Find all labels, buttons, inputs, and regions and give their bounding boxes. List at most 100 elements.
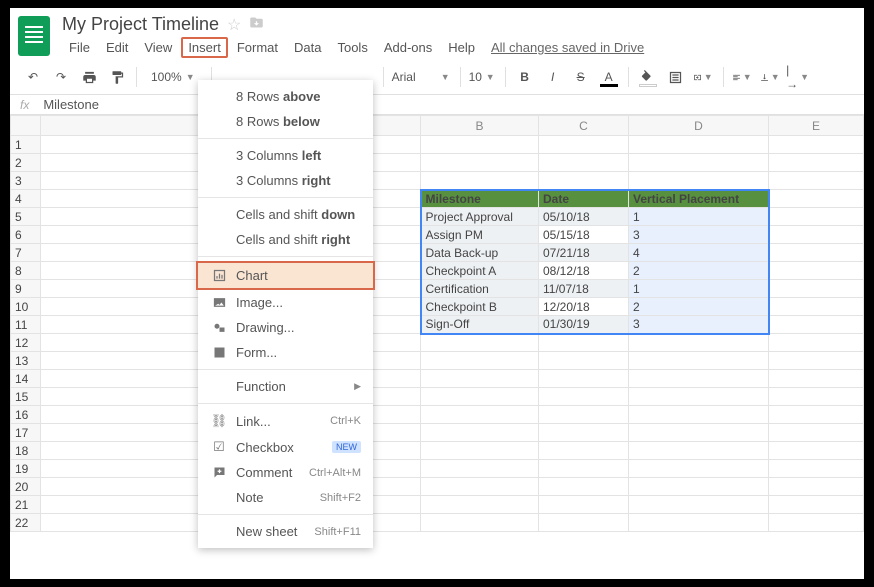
cell[interactable] (539, 460, 629, 478)
cell[interactable]: Date (539, 190, 629, 208)
cell[interactable] (539, 496, 629, 514)
menu-insert[interactable]: Insert (181, 37, 228, 58)
cell[interactable] (769, 334, 864, 352)
cell[interactable]: 05/10/18 (539, 208, 629, 226)
row-1[interactable]: 1 (11, 136, 864, 154)
insert-note[interactable]: NoteShift+F2 (198, 485, 373, 510)
wrap-icon[interactable]: |→▼ (788, 66, 810, 88)
row-5[interactable]: 5Project Approval05/10/181 (11, 208, 864, 226)
cell[interactable] (769, 298, 864, 316)
cell[interactable] (539, 514, 629, 532)
spreadsheet-grid[interactable]: A B C D E 1234MilestoneDateVertical Plac… (10, 115, 864, 532)
cell[interactable]: 2 (629, 298, 769, 316)
cell[interactable] (421, 442, 539, 460)
insert-link[interactable]: ⛓Link...Ctrl+K (198, 408, 373, 434)
cell[interactable] (539, 154, 629, 172)
row-16[interactable]: 16 (11, 406, 864, 424)
cell[interactable] (629, 334, 769, 352)
cell[interactable]: 12/20/18 (539, 298, 629, 316)
insert-chart[interactable]: Chart (196, 261, 375, 290)
cell[interactable] (629, 352, 769, 370)
cell[interactable] (769, 172, 864, 190)
insert-image[interactable]: Image... (198, 290, 373, 315)
cell[interactable] (539, 424, 629, 442)
cell[interactable] (769, 478, 864, 496)
font-size-select[interactable]: 10▼ (469, 70, 497, 84)
cell[interactable] (421, 514, 539, 532)
cell[interactable] (769, 190, 864, 208)
cell[interactable] (769, 460, 864, 478)
cell[interactable] (421, 352, 539, 370)
cell[interactable] (769, 262, 864, 280)
cell[interactable]: 07/21/18 (539, 244, 629, 262)
italic-icon[interactable]: I (542, 66, 564, 88)
insert-cells-down[interactable]: Cells and shift down (198, 202, 373, 227)
row-4[interactable]: 4MilestoneDateVertical Placement (11, 190, 864, 208)
menu-file[interactable]: File (62, 37, 97, 58)
row-18[interactable]: 18 (11, 442, 864, 460)
cell[interactable]: 1 (629, 280, 769, 298)
cell[interactable] (421, 424, 539, 442)
cell[interactable] (629, 496, 769, 514)
row-2[interactable]: 2 (11, 154, 864, 172)
cell[interactable] (629, 442, 769, 460)
row-13[interactable]: 13 (11, 352, 864, 370)
cell[interactable] (421, 406, 539, 424)
formula-bar[interactable]: fx Milestone (10, 95, 864, 115)
cell[interactable] (769, 280, 864, 298)
menu-help[interactable]: Help (441, 37, 482, 58)
doc-title[interactable]: My Project Timeline (62, 14, 219, 35)
cell[interactable]: 3 (629, 226, 769, 244)
cell[interactable] (629, 406, 769, 424)
bold-icon[interactable]: B (514, 66, 536, 88)
cell[interactable] (539, 334, 629, 352)
cell[interactable] (421, 172, 539, 190)
row-10[interactable]: 10Checkpoint B12/20/182 (11, 298, 864, 316)
cell[interactable] (629, 154, 769, 172)
cell[interactable]: 2 (629, 262, 769, 280)
row-17[interactable]: 17 (11, 424, 864, 442)
cell[interactable] (539, 388, 629, 406)
cell[interactable] (769, 352, 864, 370)
cell[interactable] (421, 388, 539, 406)
row-20[interactable]: 20 (11, 478, 864, 496)
font-select[interactable]: Arial▼ (392, 70, 452, 84)
cell[interactable] (769, 226, 864, 244)
zoom-select[interactable]: 100%▼ (145, 70, 203, 84)
cell[interactable] (769, 316, 864, 334)
cell[interactable]: Milestone (421, 190, 539, 208)
borders-icon[interactable] (665, 66, 687, 88)
row-22[interactable]: 22 (11, 514, 864, 532)
cell[interactable] (421, 136, 539, 154)
menu-data[interactable]: Data (287, 37, 328, 58)
row-3[interactable]: 3 (11, 172, 864, 190)
cell[interactable]: Sign-Off (421, 316, 539, 334)
menu-edit[interactable]: Edit (99, 37, 135, 58)
row-9[interactable]: 9Certification11/07/181 (11, 280, 864, 298)
cell[interactable] (629, 370, 769, 388)
cell[interactable] (629, 136, 769, 154)
cell[interactable] (421, 496, 539, 514)
cell[interactable] (539, 442, 629, 460)
row-7[interactable]: 7Data Back-up07/21/184 (11, 244, 864, 262)
move-folder-icon[interactable] (249, 15, 264, 35)
row-6[interactable]: 6Assign PM05/15/183 (11, 226, 864, 244)
cell[interactable] (769, 370, 864, 388)
cell[interactable] (539, 352, 629, 370)
cell[interactable] (769, 406, 864, 424)
cell[interactable]: Certification (421, 280, 539, 298)
star-icon[interactable]: ☆ (227, 15, 241, 35)
undo-icon[interactable]: ↶ (22, 66, 44, 88)
cell[interactable] (421, 478, 539, 496)
insert-new-sheet[interactable]: New sheetShift+F11 (198, 519, 373, 544)
cell[interactable]: Project Approval (421, 208, 539, 226)
cell[interactable]: Data Back-up (421, 244, 539, 262)
menu-addons[interactable]: Add-ons (377, 37, 439, 58)
insert-cols-left[interactable]: 3 Columns left (198, 143, 373, 168)
cell[interactable] (421, 154, 539, 172)
insert-drawing[interactable]: Drawing... (198, 315, 373, 340)
menu-view[interactable]: View (137, 37, 179, 58)
column-headers[interactable]: A B C D E (11, 116, 864, 136)
insert-comment[interactable]: CommentCtrl+Alt+M (198, 460, 373, 485)
cell[interactable] (421, 460, 539, 478)
